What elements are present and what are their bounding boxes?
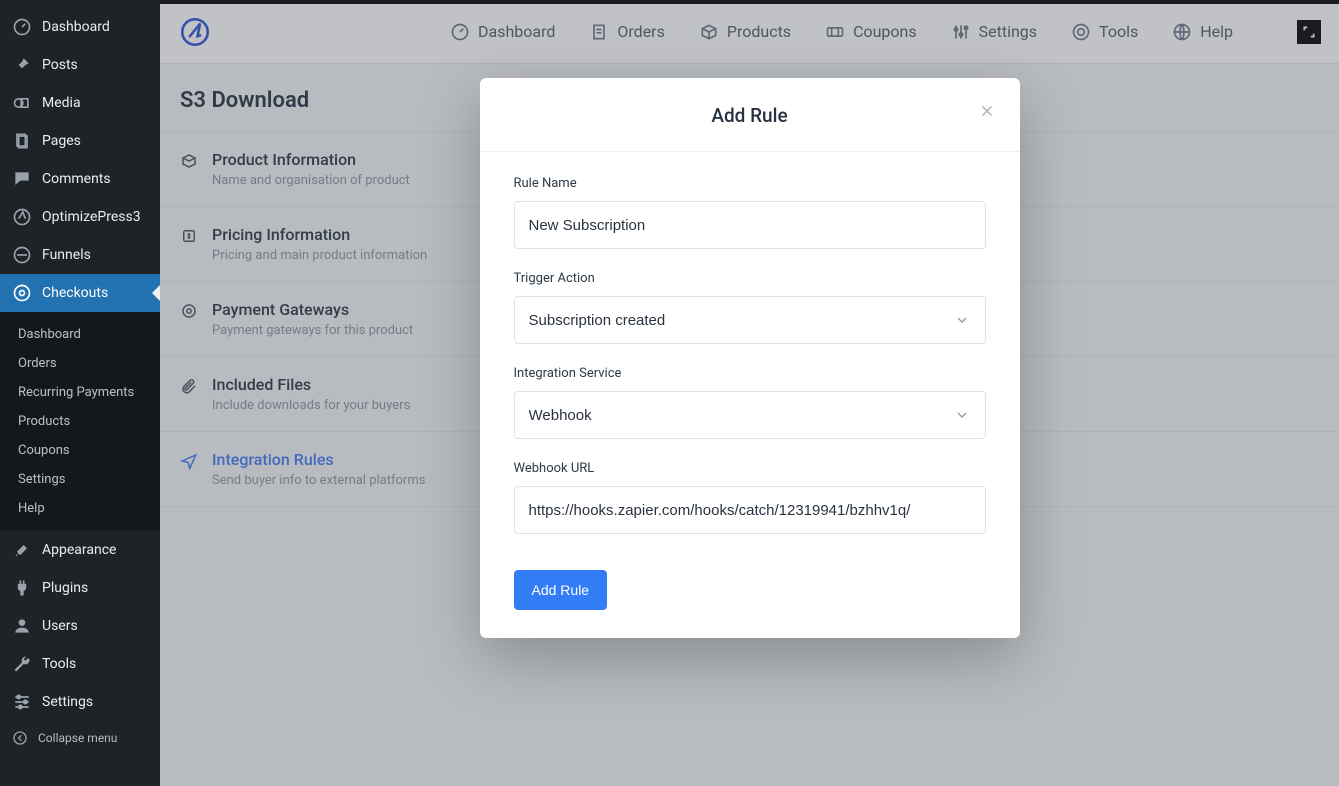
integration-service-select[interactable] (514, 391, 986, 439)
sidebar-submenu: Dashboard Orders Recurring Payments Prod… (0, 312, 160, 531)
sidebar-item-funnels[interactable]: Funnels (0, 236, 160, 274)
main-content: Dashboard Orders Products Coupons Settin… (160, 0, 1339, 786)
sidebar-collapse-label: Collapse menu (38, 731, 117, 745)
sidebar-item-label: Pages (42, 133, 81, 149)
sidebar-item-label: Tools (42, 656, 76, 672)
close-icon[interactable] (978, 102, 996, 120)
plug-icon (12, 578, 32, 598)
sidebar-item-posts[interactable]: Posts (0, 46, 160, 84)
add-rule-modal: Add Rule Rule Name Trigger Action (480, 78, 1020, 638)
media-icon (12, 93, 32, 113)
sidebar-sub-help[interactable]: Help (0, 494, 160, 523)
sidebar-item-label: Media (42, 95, 81, 111)
wrench-icon (12, 654, 32, 674)
user-icon (12, 616, 32, 636)
sidebar-item-comments[interactable]: Comments (0, 160, 160, 198)
modal-title: Add Rule (504, 104, 996, 127)
sidebar-collapse[interactable]: Collapse menu (0, 721, 160, 755)
sidebar-sub-orders[interactable]: Orders (0, 349, 160, 378)
sidebar-sub-dashboard[interactable]: Dashboard (0, 320, 160, 349)
page-icon (12, 131, 32, 151)
trigger-action-label: Trigger Action (514, 271, 986, 286)
sidebar-item-label: OptimizePress3 (42, 209, 141, 225)
sidebar-item-label: Comments (42, 171, 111, 187)
brush-icon (12, 540, 32, 560)
sidebar-item-label: Checkouts (42, 285, 108, 301)
sidebar-item-users[interactable]: Users (0, 607, 160, 645)
modal-header: Add Rule (480, 78, 1020, 152)
checkout-icon (12, 283, 32, 303)
sidebar-sub-products[interactable]: Products (0, 407, 160, 436)
sidebar-item-label: Posts (42, 57, 78, 73)
sliders-icon (12, 692, 32, 712)
funnel-icon (12, 245, 32, 265)
sidebar-item-media[interactable]: Media (0, 84, 160, 122)
sidebar-item-checkouts[interactable]: Checkouts (0, 274, 160, 312)
sidebar-sub-recurring[interactable]: Recurring Payments (0, 378, 160, 407)
pin-icon (12, 55, 32, 75)
sidebar-item-dashboard[interactable]: Dashboard (0, 8, 160, 46)
modal-overlay[interactable]: Add Rule Rule Name Trigger Action (160, 0, 1339, 786)
sidebar-item-optimizepress[interactable]: OptimizePress3 (0, 198, 160, 236)
sidebar-item-label: Users (42, 618, 78, 634)
sidebar-item-settings[interactable]: Settings (0, 683, 160, 721)
optimize-icon (12, 207, 32, 227)
sidebar-item-label: Dashboard (42, 19, 110, 35)
sidebar-sub-settings[interactable]: Settings (0, 465, 160, 494)
gauge-icon (12, 17, 32, 37)
sidebar-item-plugins[interactable]: Plugins (0, 569, 160, 607)
sidebar-sub-coupons[interactable]: Coupons (0, 436, 160, 465)
sidebar-item-tools[interactable]: Tools (0, 645, 160, 683)
rule-name-label: Rule Name (514, 176, 986, 191)
rule-name-input[interactable] (514, 201, 986, 249)
modal-body: Rule Name Trigger Action Integration Ser… (480, 152, 1020, 638)
sidebar-item-label: Funnels (42, 247, 91, 263)
webhook-url-input[interactable] (514, 486, 986, 534)
integration-service-label: Integration Service (514, 366, 986, 381)
comment-icon (12, 169, 32, 189)
sidebar-item-label: Appearance (42, 542, 116, 558)
trigger-action-select[interactable] (514, 296, 986, 344)
collapse-icon (12, 730, 28, 746)
sidebar-item-pages[interactable]: Pages (0, 122, 160, 160)
wp-admin-sidebar: Dashboard Posts Media Pages Comments (0, 0, 160, 786)
sidebar-item-label: Plugins (42, 580, 88, 596)
add-rule-button[interactable]: Add Rule (514, 570, 608, 610)
webhook-url-label: Webhook URL (514, 461, 986, 476)
sidebar-item-appearance[interactable]: Appearance (0, 531, 160, 569)
sidebar-item-label: Settings (42, 694, 93, 710)
